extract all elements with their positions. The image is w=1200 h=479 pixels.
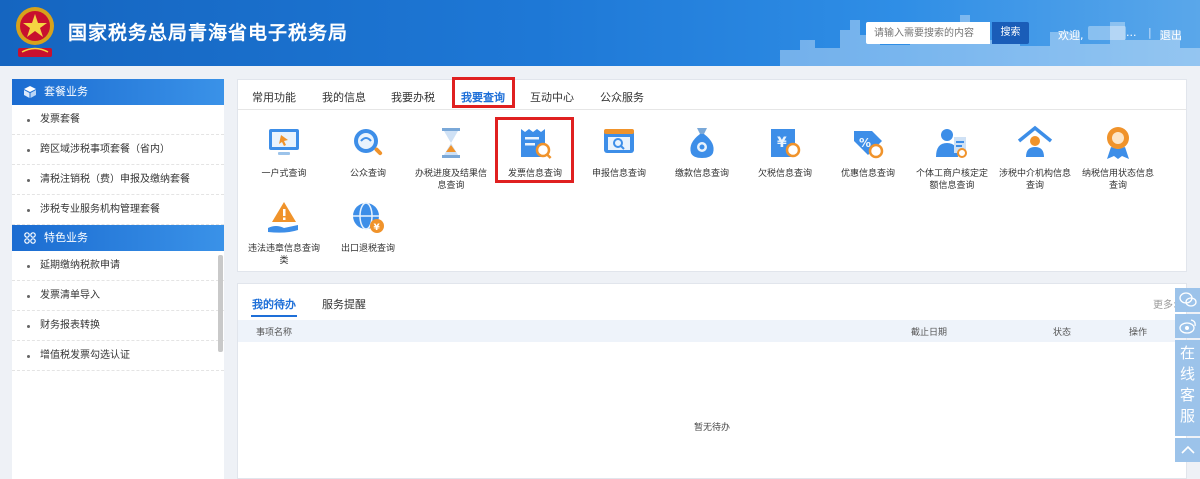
sidebar-item-cross-region[interactable]: 跨区域涉税事项套餐（省内） [12, 135, 224, 165]
person-doc-icon [936, 129, 967, 158]
tile-label: 出口退税查询 [340, 244, 395, 254]
tile-individual-business-query[interactable]: 个体工商户核定定额信息查询 [912, 123, 992, 192]
sidebar-section-package[interactable]: 套餐业务 [12, 79, 224, 105]
sidebar-section-label: 套餐业务 [44, 85, 88, 98]
sidebar-scrollbar[interactable] [218, 255, 223, 352]
svg-text:¥: ¥ [777, 135, 787, 151]
grid-icon [24, 232, 36, 244]
active-tab-underline [251, 315, 297, 317]
search-globe-icon [354, 129, 383, 156]
house-person-icon [1017, 125, 1053, 157]
tab-interaction-center[interactable]: 互动中心 [530, 89, 574, 105]
money-bag-icon [690, 128, 714, 158]
blurred-username [1088, 26, 1126, 40]
column-item-name: 事项名称 [256, 328, 293, 338]
tile-payment-query[interactable]: 缴款信息查询 [662, 123, 742, 180]
weibo-button[interactable] [1175, 314, 1200, 338]
wechat-button[interactable] [1175, 288, 1200, 312]
tile-label: 申报信息查询 [591, 169, 646, 179]
warning-hand-icon [268, 202, 298, 233]
sidebar-item-invoice-import[interactable]: 发票清单导入 [12, 281, 224, 311]
tile-preferential-query[interactable]: % 优惠信息查询 [828, 123, 908, 180]
tab-public-service[interactable]: 公众服务 [600, 89, 644, 105]
tile-declaration-query[interactable]: 申报信息查询 [579, 123, 659, 180]
tile-label: 缴款信息查询 [674, 169, 729, 179]
tab-highlight-box [452, 77, 515, 108]
tab-service-reminder[interactable]: 服务提醒 [322, 296, 366, 312]
tile-label: 一户式查询 [261, 169, 307, 179]
chevron-up-icon [1180, 445, 1195, 454]
declaration-search-icon [604, 129, 634, 153]
cube-icon [24, 86, 36, 98]
online-service-button[interactable]: 在线客服 [1175, 340, 1200, 436]
weibo-icon [1178, 319, 1196, 334]
top-header: 国家税务总局青海省电子税务局 搜索 欢迎, ... | 退出 [0, 0, 1200, 66]
medal-icon [1107, 127, 1129, 159]
empty-message: 暂无待办 [693, 423, 730, 433]
tile-label: 优惠信息查询 [840, 169, 895, 179]
search-input[interactable] [866, 22, 990, 44]
column-deadline: 截止日期 [911, 328, 948, 338]
tile-label: 公众查询 [349, 169, 386, 179]
tile-progress-query[interactable]: 办税进度及结果信息查询 [411, 123, 491, 192]
svg-text:%: % [859, 136, 871, 150]
table-header: 事项名称 截止日期 状态 操作 [238, 320, 1186, 342]
sidebar-item-report-conversion[interactable]: 财务报表转换 [12, 311, 224, 341]
search-button[interactable]: 搜索 [992, 22, 1029, 44]
tile-public-query[interactable]: 公众查询 [328, 123, 408, 180]
header-separator: | [1148, 26, 1152, 39]
monitor-icon [269, 129, 299, 155]
invoice-tile-highlight-box [495, 117, 574, 183]
tab-tax-handling[interactable]: 我要办税 [391, 89, 435, 105]
sidebar-item-agency-management[interactable]: 涉税专业服务机构管理套餐 [12, 195, 224, 225]
tile-label: 违法违章信息查询类 [247, 244, 320, 266]
tile-label: 涉税中介机构信息查询 [998, 169, 1071, 191]
sidebar: 套餐业务 发票套餐 跨区域涉税事项套餐（省内） 清税注销税（费）申报及缴纳套餐 … [12, 79, 224, 479]
username-ellipsis: ... [1126, 26, 1137, 39]
tax-emblem-logo [16, 7, 54, 57]
sidebar-item-invoice-package[interactable]: 发票套餐 [12, 105, 224, 135]
tab-common-functions[interactable]: 常用功能 [252, 89, 296, 105]
tile-export-refund-query[interactable]: ¥ 出口退税查询 [328, 198, 408, 255]
sidebar-item-deregistration[interactable]: 清税注销税（费）申报及缴纳套餐 [12, 165, 224, 195]
sidebar-item-deferred-payment[interactable]: 延期缴纳税款申请 [12, 251, 224, 281]
tile-label: 个体工商户核定定额信息查询 [915, 169, 988, 191]
tab-my-info[interactable]: 我的信息 [322, 89, 366, 105]
tab-my-todo[interactable]: 我的待办 [252, 296, 296, 312]
tile-violation-query[interactable]: 违法违章信息查询类 [244, 198, 324, 267]
city-skyline-decoration [780, 15, 1200, 66]
tile-arrears-query[interactable]: ¥ 欠税信息查询 [745, 123, 825, 180]
welcome-text: 欢迎, [1058, 29, 1084, 42]
yen-receipt-icon: ¥ [771, 129, 801, 158]
sidebar-section-featured[interactable]: 特色业务 [12, 225, 224, 251]
todo-tabs: 我的待办 服务提醒 更多> [238, 284, 1186, 318]
hourglass-icon [442, 128, 460, 158]
logout-link[interactable]: 退出 [1160, 27, 1182, 43]
tile-credit-status-query[interactable]: 纳税信用状态信息查询 [1078, 123, 1158, 192]
site-title: 国家税务总局青海省电子税务局 [68, 22, 349, 44]
discount-icon: % [854, 131, 884, 159]
todo-panel: 我的待办 服务提醒 更多> 事项名称 截止日期 状态 操作 暂无待办 [237, 283, 1187, 479]
query-panel: 常用功能 我的信息 我要办税 我要查询 互动中心 公众服务 一户式查询 公众查询… [237, 77, 1187, 272]
column-status: 状态 [1053, 328, 1072, 338]
sidebar-section-label: 特色业务 [44, 231, 88, 244]
tile-label: 欠税信息查询 [757, 169, 812, 179]
sidebar-item-vat-selection[interactable]: 增值税发票勾选认证 [12, 341, 224, 371]
globe-yen-icon: ¥ [353, 202, 384, 233]
tile-agency-query[interactable]: 涉税中介机构信息查询 [995, 123, 1075, 192]
online-service-float: 在线客服 [1175, 288, 1200, 464]
tile-label: 办税进度及结果信息查询 [414, 169, 487, 191]
svg-text:¥: ¥ [374, 223, 381, 233]
tile-label: 纳税信用状态信息查询 [1081, 169, 1154, 191]
wechat-icon [1178, 292, 1197, 307]
tile-household-query[interactable]: 一户式查询 [244, 123, 324, 180]
back-to-top-button[interactable] [1175, 438, 1200, 462]
top-tabs: 常用功能 我的信息 我要办税 我要查询 互动中心 公众服务 [238, 80, 1186, 110]
column-action: 操作 [1129, 328, 1148, 338]
